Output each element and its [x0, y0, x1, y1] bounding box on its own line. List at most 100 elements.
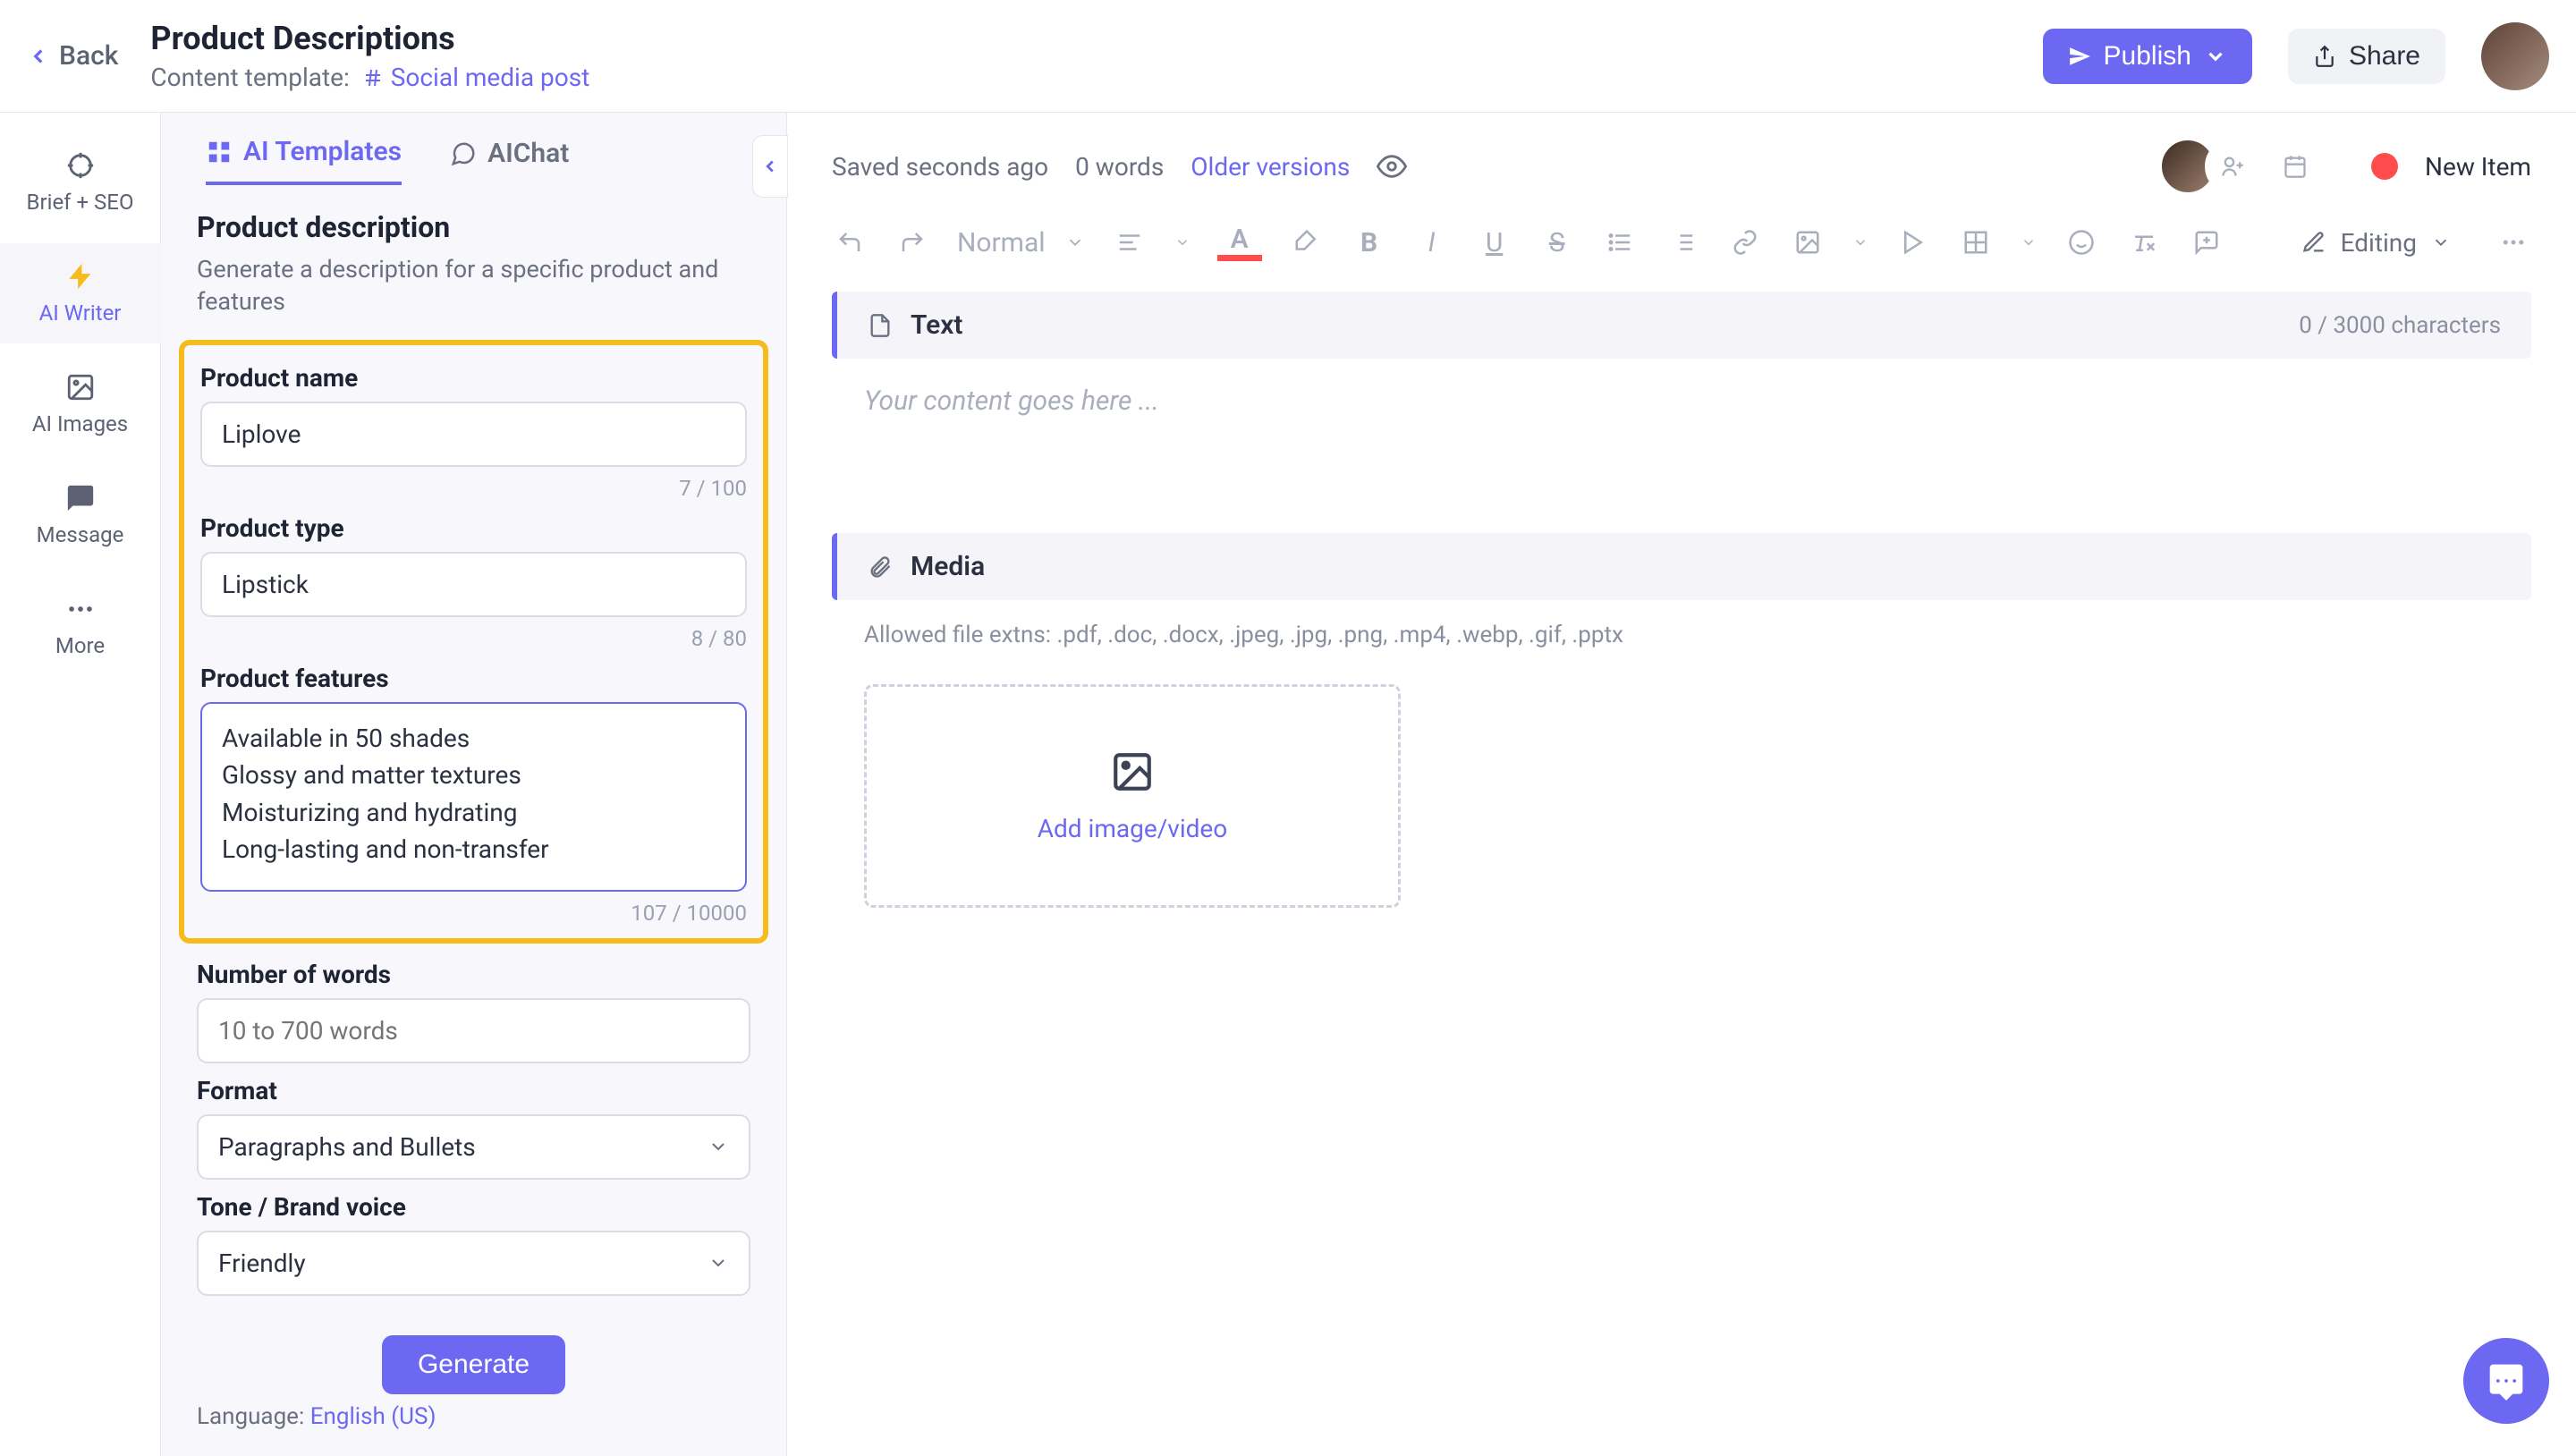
- align-button[interactable]: [1112, 224, 1148, 260]
- undo-button[interactable]: [832, 224, 868, 260]
- highlight-button[interactable]: [1289, 224, 1325, 260]
- person-plus-icon: [2220, 154, 2245, 179]
- hash-icon: [362, 67, 384, 89]
- rail-ai-images[interactable]: AI Images: [0, 354, 161, 454]
- publish-button[interactable]: Publish: [2043, 29, 2252, 84]
- field-tone: Tone / Brand voice Friendly: [197, 1192, 750, 1296]
- format-select[interactable]: Paragraphs and Bullets: [197, 1114, 750, 1180]
- collaborators[interactable]: [2160, 139, 2323, 194]
- redo-icon: [899, 229, 926, 256]
- chevron-down-icon[interactable]: [1852, 234, 1868, 250]
- status-dot: [2371, 153, 2398, 180]
- form-panel: AI Templates AIChat Product description …: [161, 113, 787, 1456]
- rail-brief-seo[interactable]: Brief + SEO: [0, 132, 161, 233]
- rail-ai-writer[interactable]: AI Writer: [0, 243, 161, 343]
- table-icon: [1962, 229, 1989, 256]
- product-features-input[interactable]: [200, 702, 747, 892]
- product-name-label: Product name: [200, 363, 747, 393]
- strike-button[interactable]: S: [1539, 224, 1575, 260]
- target-icon: [65, 150, 96, 181]
- format-value: Paragraphs and Bullets: [218, 1132, 476, 1162]
- image-icon: [65, 372, 96, 402]
- calendar-slot[interactable]: [2267, 139, 2323, 194]
- chevron-left-icon: [760, 157, 780, 176]
- word-count-status: 0 words: [1075, 152, 1164, 182]
- strike-icon: S: [1549, 227, 1565, 258]
- media-section-header[interactable]: Media: [832, 533, 2531, 600]
- word-count-input[interactable]: [197, 998, 750, 1063]
- format-label: Format: [197, 1076, 750, 1105]
- rail-label: Message: [37, 522, 124, 547]
- number-list-button[interactable]: [1665, 224, 1700, 260]
- doc-icon: [868, 313, 893, 338]
- older-versions-link[interactable]: Older versions: [1191, 152, 1350, 182]
- text-a-icon: A: [1231, 224, 1249, 255]
- share-label: Share: [2349, 41, 2420, 72]
- smile-icon: [2068, 229, 2095, 256]
- chat-bubbles-icon: [450, 140, 477, 167]
- language-line: Language: English (US): [161, 1403, 786, 1448]
- chevron-down-icon: [708, 1136, 729, 1157]
- publish-label: Publish: [2104, 41, 2191, 72]
- field-product-features: Product features 107 / 10000: [200, 664, 747, 926]
- redo-button[interactable]: [894, 224, 930, 260]
- bullet-list-button[interactable]: [1602, 224, 1638, 260]
- template-link[interactable]: Social media post: [362, 63, 590, 92]
- product-features-label: Product features: [200, 664, 747, 693]
- video-button[interactable]: [1895, 224, 1931, 260]
- chevron-down-icon[interactable]: [2021, 234, 2037, 250]
- table-button[interactable]: [1958, 224, 1994, 260]
- paperclip-icon: [868, 554, 893, 580]
- generate-button[interactable]: Generate: [382, 1335, 565, 1394]
- insert-image-button[interactable]: [1790, 224, 1826, 260]
- text-color-button[interactable]: A: [1217, 224, 1262, 261]
- product-name-counter: 7 / 100: [679, 476, 747, 501]
- tab-ai-templates[interactable]: AI Templates: [206, 136, 402, 185]
- new-item-label[interactable]: New Item: [2425, 152, 2531, 182]
- tab-label: AI Templates: [243, 136, 402, 167]
- product-type-input[interactable]: [200, 552, 747, 617]
- editing-mode-value: Editing: [2341, 228, 2417, 258]
- overflow-button[interactable]: [2496, 224, 2531, 260]
- clear-format-button[interactable]: [2126, 224, 2162, 260]
- user-avatar[interactable]: [2481, 22, 2549, 90]
- top-right: Publish Share: [2043, 22, 2549, 90]
- link-button[interactable]: [1727, 224, 1763, 260]
- help-chat-fab[interactable]: [2463, 1338, 2549, 1424]
- text-section: Text 0 / 3000 characters Your content go…: [832, 292, 2531, 444]
- panel-title: Product description: [197, 210, 750, 244]
- eye-icon[interactable]: [1377, 151, 1407, 182]
- list-ul-icon: [1606, 229, 1633, 256]
- text-section-header[interactable]: Text 0 / 3000 characters: [832, 292, 2531, 359]
- emoji-button[interactable]: [2063, 224, 2099, 260]
- back-label: Back: [59, 40, 118, 72]
- rail-more[interactable]: More: [0, 576, 161, 676]
- field-format: Format Paragraphs and Bullets: [197, 1076, 750, 1180]
- font-style-select[interactable]: Normal: [957, 227, 1085, 258]
- word-count-label: Number of words: [197, 960, 750, 989]
- editor-content-area[interactable]: Your content goes here ...: [832, 359, 2531, 444]
- panel-subtitle: Generate a description for a specific pr…: [197, 253, 750, 318]
- back-button[interactable]: Back: [27, 40, 118, 72]
- page-title: Product Descriptions: [150, 20, 589, 57]
- add-collaborator[interactable]: [2205, 139, 2260, 194]
- play-icon: [1900, 229, 1927, 256]
- underline-button[interactable]: U: [1477, 224, 1513, 260]
- share-button[interactable]: Share: [2288, 29, 2445, 84]
- bold-button[interactable]: B: [1352, 224, 1387, 260]
- rail-message[interactable]: Message: [0, 465, 161, 565]
- panel-tabs: AI Templates AIChat: [161, 113, 786, 185]
- comment-button[interactable]: [2189, 224, 2224, 260]
- language-link[interactable]: English (US): [310, 1403, 436, 1430]
- bold-icon: B: [1360, 227, 1377, 258]
- collapse-panel-button[interactable]: [752, 135, 788, 198]
- italic-button[interactable]: I: [1414, 224, 1450, 260]
- product-name-input[interactable]: [200, 402, 747, 467]
- tone-select[interactable]: Friendly: [197, 1231, 750, 1296]
- undo-icon: [836, 229, 863, 256]
- upload-dropzone[interactable]: Add image/video: [864, 684, 1401, 908]
- chevron-down-icon[interactable]: [1174, 234, 1191, 250]
- product-type-counter: 8 / 80: [691, 626, 747, 651]
- tab-ai-chat[interactable]: AIChat: [450, 136, 569, 185]
- editing-mode-select[interactable]: Editing: [2301, 228, 2451, 258]
